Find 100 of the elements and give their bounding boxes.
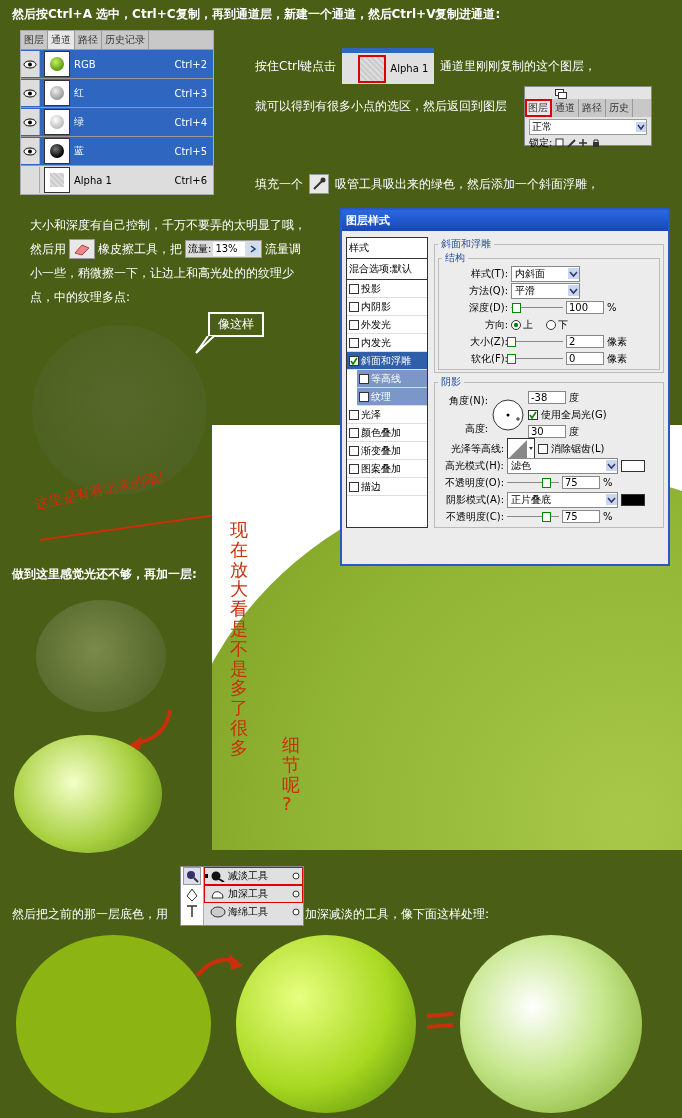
panel-tab[interactable]: 通道 [48, 31, 75, 49]
method-dropdown[interactable]: 平滑 [511, 282, 580, 299]
value-field[interactable]: 0 [566, 352, 604, 365]
checkbox[interactable] [349, 319, 359, 330]
style-list-item[interactable]: 颜色叠加 [347, 424, 427, 442]
slider-thumb[interactable] [506, 337, 516, 347]
value-field[interactable]: 100 [566, 301, 604, 314]
direction-radio[interactable]: 上 [511, 317, 533, 332]
anti-alias-checkbox[interactable]: 消除锯齿(L) [538, 441, 605, 456]
checkbox[interactable] [349, 337, 359, 348]
panel-tab[interactable]: 路径 [75, 31, 102, 49]
dropdown-arrow-icon[interactable] [636, 122, 646, 132]
checkbox[interactable] [349, 409, 359, 420]
style-dropdown[interactable]: 内斜面 [511, 265, 580, 282]
flow-field[interactable]: 13% [213, 242, 246, 256]
dropdown-arrow-icon[interactable] [606, 460, 617, 471]
tool-menu-item[interactable]: 加深工具 [204, 885, 303, 903]
style-list-item[interactable]: 投影 [347, 280, 427, 298]
group-title: 结构 [444, 251, 466, 265]
style-list-item[interactable]: 渐变叠加 [347, 442, 427, 460]
panel-tab[interactable]: 图层 [21, 31, 48, 49]
channel-row[interactable]: Alpha 1 Ctrl+6 [21, 165, 213, 194]
instruction-text: 点，中的纹理多点: [30, 288, 131, 306]
channel-name: 绿 [74, 115, 85, 129]
global-light-checkbox[interactable]: 使用全局光(G) [528, 407, 607, 422]
style-list-item[interactable]: 光泽 [347, 406, 427, 424]
value-field[interactable]: 75 [562, 510, 600, 523]
panel-tab[interactable]: 路径 [579, 99, 606, 117]
visibility-toggle[interactable] [21, 51, 40, 77]
style-list-item[interactable]: 混合选项:默认 [347, 259, 427, 280]
flow-control[interactable]: 流量: 13% [185, 240, 263, 258]
tool-menu-item[interactable]: 减淡工具 [204, 867, 303, 885]
value-field[interactable]: 75 [562, 476, 600, 489]
channel-row[interactable]: 红 Ctrl+3 [21, 78, 213, 107]
eraser-icon [69, 239, 95, 259]
dropdown-arrow-icon[interactable] [568, 285, 579, 296]
checkbox[interactable] [359, 391, 369, 402]
style-list-item[interactable]: 描边 [347, 478, 427, 496]
style-list-item[interactable]: 外发光 [347, 316, 427, 334]
slider-thumb[interactable] [511, 303, 521, 313]
dropdown-arrow-icon[interactable] [606, 494, 617, 505]
eye-icon [23, 88, 37, 98]
type-tool-icon[interactable] [186, 905, 198, 917]
angle-dial-icon[interactable] [491, 397, 525, 432]
checkbox-icon[interactable] [538, 443, 548, 454]
value-field[interactable]: 30 [528, 425, 566, 438]
panel-tab[interactable]: 图层 [525, 99, 552, 117]
channel-row[interactable]: 蓝 Ctrl+5 [21, 136, 213, 165]
instruction-text: 然后用 [30, 240, 66, 258]
checkbox[interactable] [349, 301, 359, 312]
color-swatch[interactable] [621, 493, 645, 506]
handwritten-note: 细节呢? [282, 735, 300, 815]
blend-mode-dropdown[interactable]: 滤色 [507, 457, 618, 474]
panel-tab[interactable]: 历史记录 [102, 31, 149, 49]
field-label: 方向: [483, 317, 508, 332]
blend-mode-dropdown[interactable]: 正片叠底 [507, 491, 618, 508]
unit-label: 度 [569, 390, 579, 405]
checkbox[interactable] [349, 463, 359, 474]
dodge-tool-icon[interactable] [183, 867, 201, 885]
checkbox[interactable] [349, 283, 359, 294]
visibility-toggle[interactable] [21, 80, 40, 106]
channel-shortcut: Ctrl+6 [174, 174, 207, 186]
contour-picker-icon[interactable] [507, 437, 535, 460]
panel-tab[interactable]: 历史 [606, 99, 633, 117]
lock-options-icon[interactable] [555, 138, 602, 148]
pen-tool-icon[interactable] [185, 888, 199, 902]
dropdown-arrow-icon[interactable] [568, 268, 579, 279]
checkbox[interactable] [349, 481, 359, 492]
color-swatch[interactable] [621, 459, 645, 472]
slider-thumb[interactable] [506, 354, 516, 364]
field-label: 大小(Z): [468, 334, 508, 349]
style-list-item[interactable]: 图案叠加 [347, 460, 427, 478]
channel-name: 蓝 [74, 144, 85, 158]
panel-tab[interactable]: 通道 [552, 99, 579, 117]
checkbox[interactable] [349, 355, 359, 366]
tool-menu-item[interactable]: 海绵工具 [204, 903, 303, 921]
unit-label: % [607, 302, 617, 313]
visibility-toggle[interactable] [21, 138, 40, 164]
slider-thumb[interactable] [541, 478, 551, 488]
direction-radio[interactable]: 下 [546, 317, 568, 332]
checkbox[interactable] [349, 427, 359, 438]
checkbox[interactable] [349, 445, 359, 456]
channel-row[interactable]: 绿 Ctrl+4 [21, 107, 213, 136]
channel-shortcut: Ctrl+4 [174, 116, 207, 128]
slider-thumb[interactable] [541, 512, 551, 522]
arrow-button-icon[interactable] [247, 243, 260, 255]
checkbox[interactable] [359, 373, 369, 384]
style-list-item[interactable]: 内阴影 [347, 298, 427, 316]
checkbox-icon[interactable] [528, 409, 538, 420]
instruction-text: 吸管工具吸出来的绿色，然后添加一个斜面浮雕， [335, 175, 599, 193]
value-field[interactable]: -38 [528, 391, 566, 404]
style-list-item[interactable]: 样式 [347, 238, 427, 259]
eye-icon [23, 146, 37, 156]
visibility-toggle[interactable] [21, 109, 40, 135]
blend-mode-dropdown[interactable]: 正常 [529, 119, 647, 135]
instruction-text: 然后把之前的那一层底色，用 [12, 906, 168, 923]
channel-name: Alpha 1 [74, 174, 113, 186]
value-field[interactable]: 2 [566, 335, 604, 348]
channel-row[interactable]: RGB Ctrl+2 [21, 49, 213, 78]
style-list-item[interactable]: 斜面和浮雕 [347, 352, 427, 370]
